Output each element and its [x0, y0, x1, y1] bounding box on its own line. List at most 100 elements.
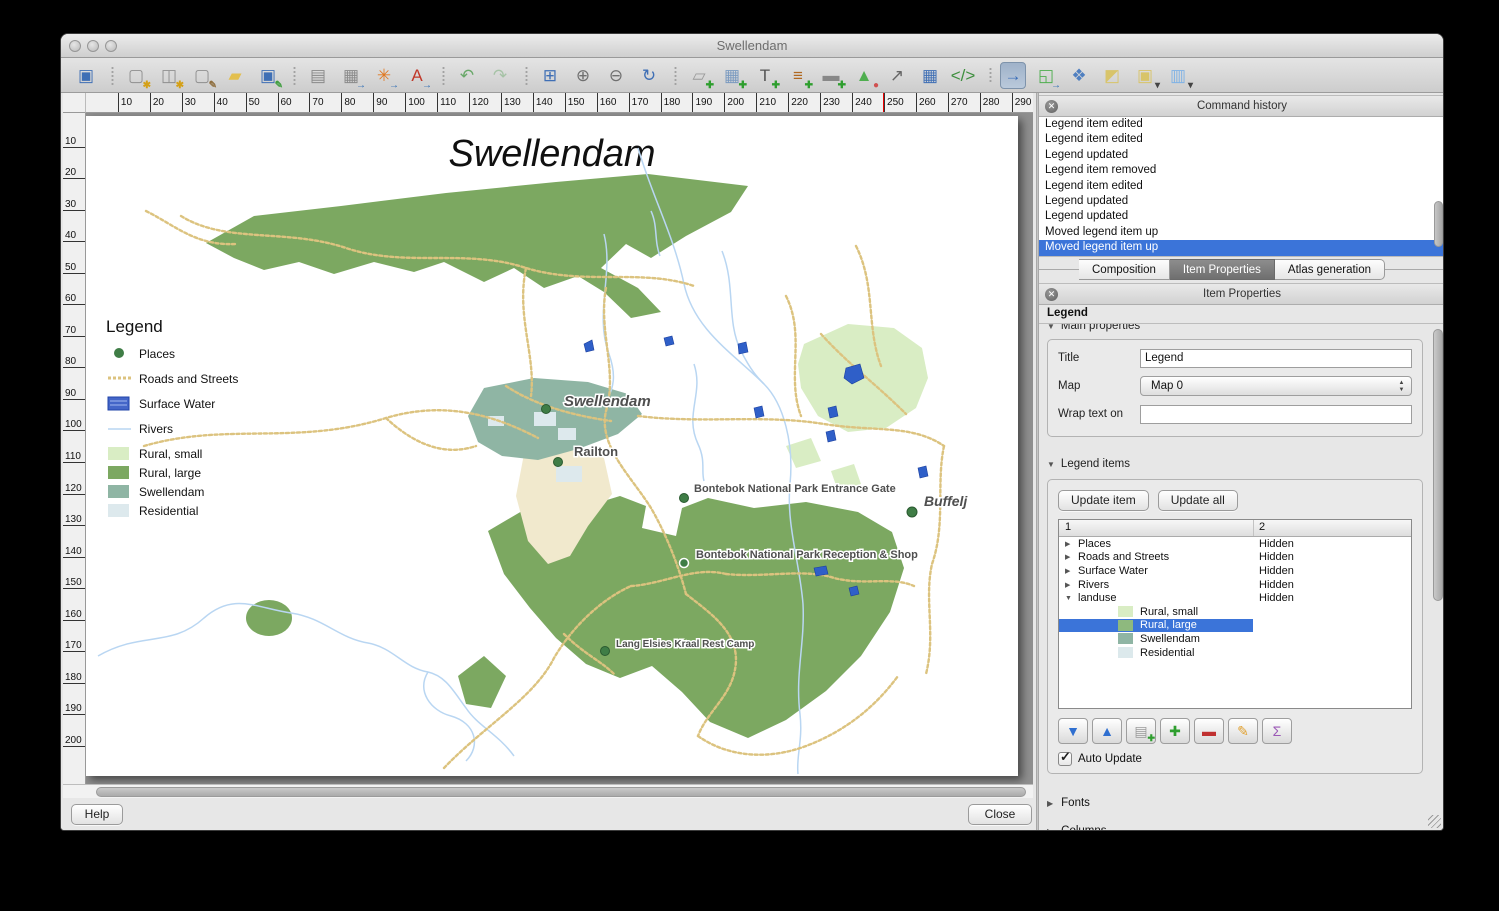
main-properties-section-header[interactable]: ▼ Main properties: [1047, 324, 1423, 335]
map-select[interactable]: Map 0 ▲ ▼: [1140, 376, 1412, 396]
add-image-icon[interactable]: ▦ ✚: [719, 62, 747, 91]
expander-icon[interactable]: ▼: [1065, 595, 1078, 602]
tree-header[interactable]: 1 2: [1059, 520, 1411, 537]
horizontal-scrollbar[interactable]: [63, 784, 1033, 798]
composer-canvas[interactable]: Swellendam Swellendam Railton Bontebok N…: [86, 113, 1033, 784]
select-move-item-icon[interactable]: →: [989, 61, 1026, 89]
raise-items-icon[interactable]: ▣ ▾: [1132, 62, 1160, 91]
edit-item-icon[interactable]: ✎: [1228, 718, 1258, 744]
help-button[interactable]: Help: [71, 804, 123, 825]
expander-icon[interactable]: ▶: [1065, 567, 1078, 575]
composition-paper[interactable]: Swellendam Swellendam Railton Bontebok N…: [86, 116, 1018, 776]
save-as-template-icon[interactable]: ▣ ✎: [255, 62, 283, 91]
add-scalebar-icon[interactable]: ▬ ✚: [818, 62, 847, 91]
panel-tab[interactable]: Item Properties: [1169, 259, 1275, 280]
zoom-full-icon[interactable]: ⊞: [525, 62, 563, 89]
zoom-in-icon[interactable]: ⊕: [570, 62, 596, 89]
move-down-icon[interactable]: ▼: [1058, 718, 1088, 744]
add-label-icon[interactable]: T ✚: [752, 62, 780, 91]
expander-icon[interactable]: ▶: [1065, 553, 1078, 561]
tree-row[interactable]: ▶ Places Hidden: [1059, 537, 1411, 551]
tree-row-label: Swellendam: [1140, 632, 1200, 645]
titlebar[interactable]: Swellendam: [61, 34, 1443, 58]
edit-nodes-item-icon[interactable]: ❖: [1066, 62, 1092, 89]
close-panel-icon[interactable]: ✕: [1045, 100, 1058, 113]
export-pdf-icon[interactable]: A →: [404, 62, 432, 91]
zoom-out-icon[interactable]: ⊖: [603, 62, 629, 89]
expander-icon[interactable]: ▶: [1065, 581, 1078, 589]
tree-row[interactable]: ▼ landuse Hidden: [1059, 591, 1411, 605]
update-item-button[interactable]: Update item: [1058, 490, 1149, 511]
select-items-icon[interactable]: ◩: [1099, 62, 1125, 89]
legend-item-toolbar: ▼ ▲ ▤ ✚ ✚ ▬ ✎ Σ: [1058, 718, 1412, 744]
add-arrow-icon[interactable]: ↗: [884, 62, 910, 89]
add-table-icon[interactable]: ▦: [917, 62, 943, 89]
command-history-row[interactable]: Legend item removed: [1039, 163, 1443, 178]
close-panel-icon[interactable]: ✕: [1045, 288, 1058, 301]
add-shape-icon[interactable]: ▲ ●: [851, 62, 879, 91]
panel-tab[interactable]: Composition: [1079, 259, 1170, 280]
auto-update-checkbox[interactable]: ✓: [1058, 749, 1072, 766]
print-icon[interactable]: ▤: [293, 62, 331, 89]
duplicate-composition-icon[interactable]: ◫ ✱: [156, 62, 184, 91]
command-history-row[interactable]: Legend updated: [1039, 209, 1443, 224]
sum-icon[interactable]: Σ: [1262, 718, 1292, 744]
tree-row[interactable]: Rural, large: [1059, 618, 1411, 633]
ruler-tick-label: 20: [63, 148, 85, 180]
add-legend-icon[interactable]: ≡ ✚: [785, 62, 813, 91]
export-image-icon[interactable]: ▦ →: [338, 62, 366, 91]
layer-swatch: [1118, 619, 1133, 631]
columns-section-header[interactable]: ▶ Columns: [1047, 822, 1423, 830]
command-history-row[interactable]: Legend updated: [1039, 148, 1443, 163]
tree-row[interactable]: ▶ Rivers Hidden: [1059, 578, 1411, 592]
fonts-section-header[interactable]: ▶ Fonts: [1047, 794, 1423, 812]
composition-manager-icon[interactable]: ▢ ✎: [189, 62, 217, 91]
align-items-icon[interactable]: ▥ ▾: [1165, 62, 1193, 91]
panel-tab[interactable]: Atlas generation: [1274, 259, 1386, 280]
legend-title-input[interactable]: [1140, 348, 1412, 368]
command-history-row[interactable]: Legend item edited: [1039, 179, 1443, 194]
tree-row[interactable]: ▶ Surface Water Hidden: [1059, 564, 1411, 578]
legend-item[interactable]: Legend Places Roads and Streets Surface …: [106, 317, 238, 518]
wrap-text-input[interactable]: [1140, 404, 1412, 424]
command-history-scrollbar-thumb[interactable]: [1434, 201, 1443, 247]
add-group-icon[interactable]: ▤ ✚: [1126, 718, 1156, 744]
add-item-icon[interactable]: ✚: [1160, 718, 1190, 744]
load-from-template-icon[interactable]: ▰: [222, 62, 248, 89]
move-item-content-icon[interactable]: ◱ →: [1033, 62, 1061, 91]
move-up-icon[interactable]: ▲: [1092, 718, 1122, 744]
legend-label: Residential: [139, 504, 198, 518]
tree-row[interactable]: ▶ Roads and Streets Hidden: [1059, 551, 1411, 565]
ruler-tick-label: 110: [63, 431, 85, 464]
add-html-icon[interactable]: </>: [950, 62, 976, 89]
save-icon[interactable]: ▣: [73, 62, 99, 89]
command-history-row[interactable]: Legend updated: [1039, 194, 1443, 209]
map-item[interactable]: Swellendam Swellendam Railton Bontebok N…: [86, 116, 1018, 776]
close-button[interactable]: Close: [968, 804, 1032, 825]
refresh-view-icon[interactable]: ↻: [636, 62, 662, 89]
add-map-icon[interactable]: ▱ ✚: [674, 62, 714, 90]
command-history-row[interactable]: Moved legend item up: [1039, 225, 1443, 240]
new-composition-icon[interactable]: ▢ ✱: [111, 62, 151, 90]
command-history-row[interactable]: Legend item edited: [1039, 117, 1443, 132]
tree-row[interactable]: Swellendam: [1059, 632, 1411, 646]
update-all-button[interactable]: Update all: [1157, 490, 1238, 511]
horizontal-scrollbar-thumb[interactable]: [96, 787, 1026, 797]
tree-row[interactable]: Rural, small: [1059, 605, 1411, 619]
command-history-row[interactable]: Moved legend item up: [1039, 240, 1443, 256]
legend-items-section-header[interactable]: ▼ Legend items: [1047, 455, 1423, 473]
resize-grip[interactable]: [1428, 815, 1441, 828]
ruler-top: 10 20 30 40 50 60 70 80 90 100 110 120 130 140 150 160 1…: [86, 93, 1033, 113]
panel-scrollbar-thumb[interactable]: [1433, 329, 1443, 601]
ruler-tick-label: 190: [63, 684, 85, 716]
title-label: Title: [1058, 352, 1080, 364]
undo-icon[interactable]: ↶: [442, 62, 480, 89]
command-history-row[interactable]: Legend item edited: [1039, 132, 1443, 147]
ruler-corner: [63, 93, 86, 113]
remove-item-icon[interactable]: ▬: [1194, 718, 1224, 744]
tree-row[interactable]: Residential: [1059, 646, 1411, 660]
export-svg-icon[interactable]: ✳ →: [371, 62, 399, 91]
panel-scrollbar[interactable]: [1432, 327, 1443, 825]
redo-icon[interactable]: ↷: [487, 62, 513, 89]
expander-icon[interactable]: ▶: [1065, 540, 1078, 548]
